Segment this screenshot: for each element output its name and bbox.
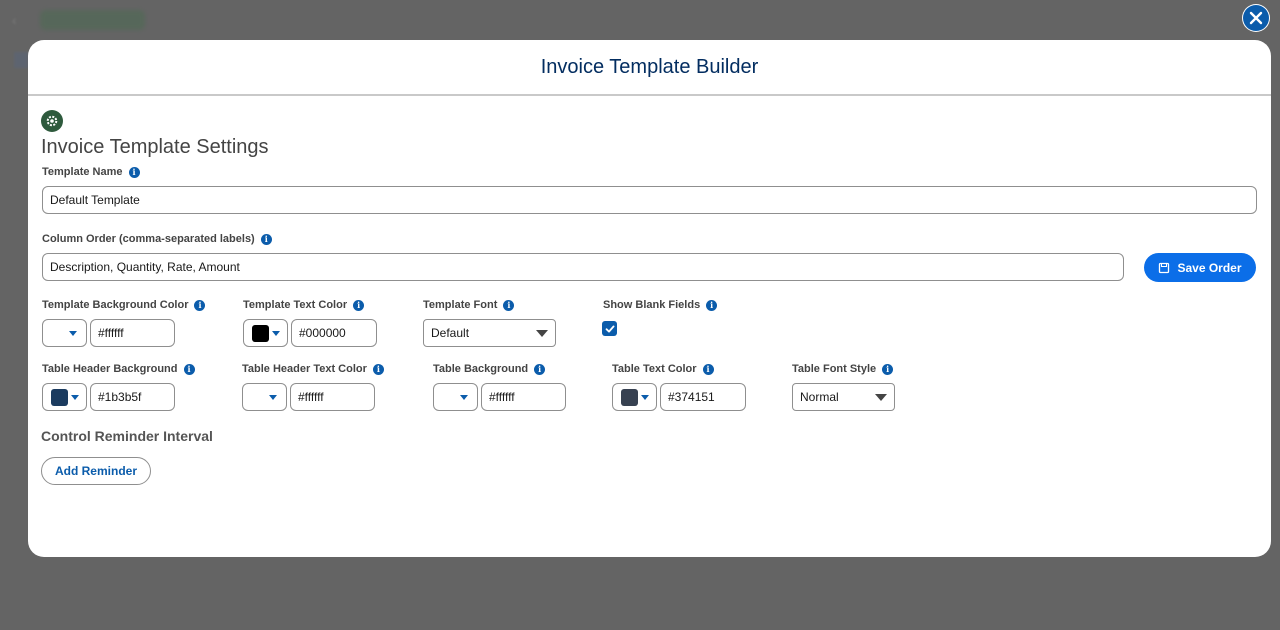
table-font-style-label: Table Font Style i xyxy=(792,363,894,375)
template-text-color-label-text: Template Text Color xyxy=(243,299,348,311)
save-icon xyxy=(1159,262,1170,273)
info-icon[interactable]: i xyxy=(353,299,365,311)
show-blank-fields-label-text: Show Blank Fields xyxy=(603,299,701,311)
invoice-template-modal: Invoice Template Builder Invoice Templat… xyxy=(28,40,1271,557)
save-order-label: Save Order xyxy=(1177,260,1242,275)
table-header-text-color-picker[interactable] xyxy=(242,383,287,411)
column-order-label: Column Order (comma-separated labels) i xyxy=(42,233,272,245)
chevron-down-icon xyxy=(272,330,280,336)
dropdown-arrow-icon xyxy=(536,329,548,337)
template-font-value: Default xyxy=(431,326,470,340)
template-font-label: Template Font i xyxy=(423,299,515,311)
template-background-color-label-text: Template Background Color xyxy=(42,299,189,311)
template-name-label-text: Template Name xyxy=(42,166,123,178)
add-reminder-button[interactable]: Add Reminder xyxy=(41,457,151,485)
checkmark-icon xyxy=(605,325,614,332)
table-header-text-color-label: Table Header Text Color i xyxy=(242,363,384,375)
template-background-color-picker[interactable] xyxy=(42,319,87,347)
chevron-down-icon xyxy=(69,330,77,336)
table-font-style-select[interactable]: Normal xyxy=(792,383,895,411)
table-background-label-text: Table Background xyxy=(433,363,529,375)
table-header-background-picker[interactable] xyxy=(42,383,87,411)
column-order-input[interactable]: Description, Quantity, Rate, Amount xyxy=(42,253,1124,281)
gear-icon xyxy=(41,110,63,132)
dropdown-arrow-icon xyxy=(875,393,887,401)
table-text-color-label-text: Table Text Color xyxy=(612,363,697,375)
table-header-background-label: Table Header Background i xyxy=(42,363,195,375)
table-background-input[interactable]: #ffffff xyxy=(481,383,566,411)
template-text-color-input[interactable]: #000000 xyxy=(291,319,377,347)
info-icon[interactable]: i xyxy=(183,363,195,375)
info-icon[interactable]: i xyxy=(534,363,546,375)
template-background-color-input[interactable]: #ffffff xyxy=(90,319,175,347)
info-icon[interactable]: i xyxy=(260,233,272,245)
table-font-style-value: Normal xyxy=(800,390,839,404)
info-icon[interactable]: i xyxy=(702,363,714,375)
close-button[interactable] xyxy=(1242,4,1270,32)
info-icon[interactable]: i xyxy=(503,299,515,311)
table-header-background-input[interactable]: #1b3b5f xyxy=(90,383,175,411)
background-button xyxy=(40,10,145,30)
info-icon[interactable]: i xyxy=(194,299,206,311)
color-swatch xyxy=(51,388,68,406)
table-header-background-label-text: Table Header Background xyxy=(42,363,178,375)
modal-header: Invoice Template Builder xyxy=(28,40,1271,96)
modal-title: Invoice Template Builder xyxy=(540,55,759,78)
reminder-section-title: Control Reminder Interval xyxy=(41,428,213,444)
table-header-text-color-input[interactable]: #ffffff xyxy=(290,383,375,411)
info-icon[interactable]: i xyxy=(706,299,718,311)
table-background-picker[interactable] xyxy=(433,383,478,411)
chevron-down-icon xyxy=(269,394,277,400)
template-text-color-picker[interactable] xyxy=(243,319,288,347)
table-font-style-label-text: Table Font Style xyxy=(792,363,877,375)
show-blank-fields-checkbox[interactable] xyxy=(602,321,617,336)
info-icon[interactable]: i xyxy=(128,166,140,178)
table-header-text-color-label-text: Table Header Text Color xyxy=(242,363,367,375)
table-background-label: Table Background i xyxy=(433,363,546,375)
table-text-color-picker[interactable] xyxy=(612,383,657,411)
background-icon xyxy=(14,52,28,68)
chevron-down-icon xyxy=(460,394,468,400)
background-back-arrow: ‹ xyxy=(12,12,17,28)
color-swatch xyxy=(252,324,269,342)
info-icon[interactable]: i xyxy=(882,363,894,375)
chevron-down-icon xyxy=(71,394,79,400)
chevron-down-icon xyxy=(641,394,649,400)
table-text-color-label: Table Text Color i xyxy=(612,363,714,375)
column-order-label-text: Column Order (comma-separated labels) xyxy=(42,233,255,245)
template-text-color-label: Template Text Color i xyxy=(243,299,365,311)
template-background-color-label: Template Background Color i xyxy=(42,299,206,311)
close-icon xyxy=(1243,5,1269,31)
table-text-color-input[interactable]: #374151 xyxy=(660,383,746,411)
template-font-select[interactable]: Default xyxy=(423,319,556,347)
template-name-input[interactable]: Default Template xyxy=(42,186,1257,214)
color-swatch xyxy=(621,388,638,406)
section-title: Invoice Template Settings xyxy=(41,136,269,158)
info-icon[interactable]: i xyxy=(372,363,384,375)
save-order-button[interactable]: Save Order xyxy=(1144,253,1256,282)
template-name-label: Template Name i xyxy=(42,166,140,178)
show-blank-fields-label: Show Blank Fields i xyxy=(603,299,718,311)
template-font-label-text: Template Font xyxy=(423,299,498,311)
